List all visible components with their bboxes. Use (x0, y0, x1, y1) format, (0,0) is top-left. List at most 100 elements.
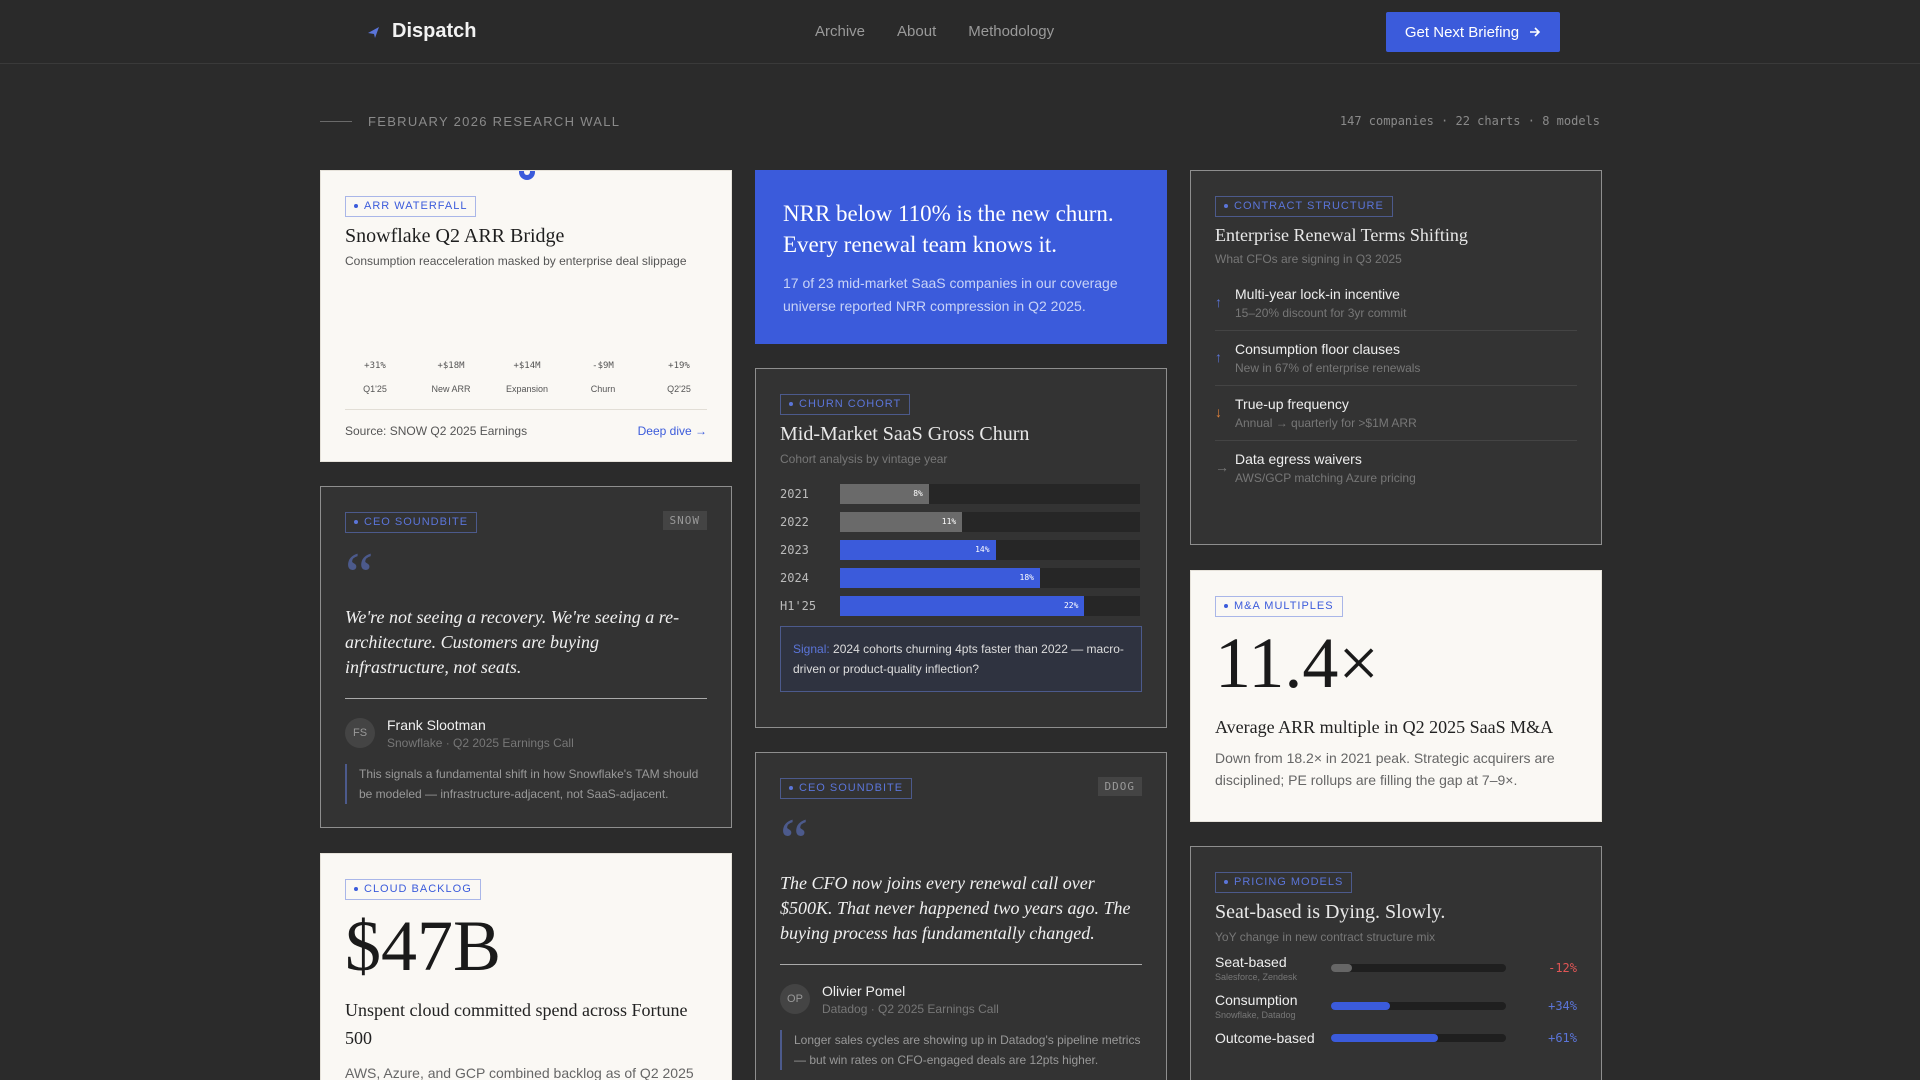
big-number-subtext: Down from 18.2× in 2021 peak. Strategic … (1215, 749, 1555, 788)
card-subtitle: YoY change in new contract structure mix (1215, 929, 1436, 944)
nav-archive[interactable]: Archive (815, 23, 865, 40)
main-nav: Archive About Methodology (815, 23, 1054, 40)
waterfall-chart: +31% Q1'25 +$18M New ARR +$14M Expansion -$9M C… (345, 361, 709, 394)
headline-body: 17 of 23 mid-market SaaS companies in ou… (783, 275, 1118, 314)
nav-about[interactable]: About (897, 23, 936, 40)
big-number-caption: Average ARR multiple in Q2 2025 SaaS M&A (1215, 716, 1554, 737)
avatar: FS (345, 718, 375, 748)
category-label: Q1'25 (363, 384, 387, 394)
card-tag: CONTRACT STRUCTURE (1215, 195, 1393, 217)
speaker-role: Snowflake · Q2 2025 Earnings Call (387, 735, 574, 750)
bar-value-label: 18% (1019, 572, 1034, 582)
card-tag: M&A MULTIPLES (1215, 595, 1343, 617)
ticker-badge: SNOW (662, 511, 707, 530)
churn-row: H1'25 22% (780, 595, 1142, 616)
quote-icon: “ (780, 804, 809, 876)
churn-bar: 14% (840, 539, 996, 560)
pricing-models-card[interactable]: PRICING MODELS Seat-based is Dying. Slow… (1190, 846, 1602, 1080)
avatar: OP (780, 984, 810, 1014)
term-subtitle: AWS/GCP matching Azure pricing (1235, 470, 1416, 485)
bar-value-label: 8% (913, 488, 923, 498)
category-label: Q2'25 (667, 384, 691, 394)
pricing-row: Consumption Snowflake, Datadog +34% (1215, 992, 1577, 1020)
waterfall-column: +$18M New ARR (421, 361, 481, 394)
speaker-name: Frank Slootman (387, 716, 486, 733)
nrr-headline-card[interactable]: NRR below 110% is the new churn. Every r… (755, 170, 1167, 344)
arrow-down-icon: ↓ (1215, 403, 1222, 420)
model-name: Consumption (1215, 991, 1298, 1008)
data-label: +$14M (513, 361, 541, 371)
churn-bar: 18% (840, 567, 1040, 588)
wall-title: FEBRUARY 2026 RESEARCH WALL (368, 114, 621, 129)
churn-cohort-card[interactable]: CHURN COHORT Mid-Market SaaS Gross Churn… (755, 368, 1167, 728)
bar-track (1330, 1001, 1507, 1010)
big-number-caption: Unspent cloud committed spend across For… (345, 999, 688, 1048)
churn-bar-chart: 2021 8% 2022 11% 2023 14% 2024 18% H1'25 22% (780, 483, 1142, 616)
card-subtitle: Cohort analysis by vintage year (780, 451, 948, 466)
term-item: ↓ True-up frequency Annual → quarterly for… (1215, 386, 1577, 441)
quote-icon: “ (345, 538, 374, 610)
ma-multiples-card[interactable]: M&A MULTIPLES 11.4× Average ARR multiple… (1190, 570, 1602, 822)
data-label: -$9M (592, 361, 614, 371)
term-title: Data egress waivers (1235, 450, 1362, 467)
speaker-role: Datadog · Q2 2025 Earnings Call (822, 1001, 999, 1016)
cloud-backlog-card[interactable]: CLOUD BACKLOG $47B Unspent cloud committ… (320, 853, 732, 1080)
model-examples: Snowflake, Datadog (1215, 1009, 1296, 1020)
pricing-row: Seat-based Salesforce, Zendesk -12% (1215, 954, 1577, 982)
waterfall-column: +$14M Expansion (497, 361, 557, 394)
send-icon (368, 26, 379, 38)
card-tag: CEO SOUNDBITE (345, 511, 478, 533)
vintage-label: 2021 (780, 486, 809, 501)
card-tag: CHURN COHORT (780, 393, 911, 415)
arrow-right-icon (1530, 27, 1541, 37)
pricing-bar (1330, 1001, 1391, 1010)
ceo-soundbite-card[interactable]: CEO SOUNDBITE DDOG “ The CFO now joins e… (755, 752, 1167, 1080)
term-subtitle: New in 67% of enterprise renewals (1235, 360, 1421, 375)
pricing-bar (1330, 1033, 1438, 1042)
divider (780, 963, 1142, 965)
quote-text: The CFO now joins every renewal call ove… (780, 872, 1131, 943)
bar-value-label: 11% (941, 516, 957, 526)
analyst-note: Longer sales cycles are showing up in Da… (780, 1029, 1142, 1070)
data-label: +$18M (437, 361, 465, 371)
card-tag: ARR WATERFALL (345, 195, 477, 217)
bar-track: 14% (840, 539, 1140, 560)
speaker: OP Olivier Pomel Datadog · Q2 2025 Earni… (780, 983, 1142, 1016)
bar-value-label: 14% (975, 544, 990, 554)
term-item: ↑ Consumption floor clauses New in 67% of … (1215, 331, 1577, 386)
arrow-up-icon: ↑ (1215, 293, 1222, 310)
analyst-note: This signals a fundamental shift in how … (345, 763, 707, 804)
contract-structure-card[interactable]: CONTRACT STRUCTURE Enterprise Renewal Te… (1190, 170, 1602, 545)
brand[interactable]: Dispatch (366, 20, 476, 43)
bar-value-label: 22% (1063, 600, 1079, 610)
arr-waterfall-card[interactable]: ARR WATERFALL Snowflake Q2 ARR Bridge Co… (320, 170, 732, 462)
big-number: $47B (345, 905, 502, 986)
card-subtitle: Consumption reacceleration masked by ent… (345, 253, 687, 268)
divider (320, 121, 352, 122)
deep-dive-link[interactable]: Deep dive → (638, 424, 707, 438)
brand-name: Dispatch (392, 20, 477, 42)
churn-row: 2024 18% (780, 567, 1142, 588)
bar-track: 18% (840, 567, 1140, 588)
category-label: Churn (590, 384, 616, 394)
term-item: ↑ Multi-year lock-in incentive 15–20% disc… (1215, 276, 1577, 331)
data-label: +19% (668, 361, 690, 371)
signal-text: 2024 cohorts churning 4pts faster than 2… (793, 641, 1124, 676)
speaker-name: Olivier Pomel (822, 982, 906, 999)
get-next-briefing-button[interactable]: Get Next Briefing (1386, 12, 1560, 52)
nav-methodology[interactable]: Methodology (968, 23, 1054, 40)
model-name: Outcome-based (1215, 1029, 1315, 1046)
term-subtitle: 15–20% discount for 3yr commit (1235, 305, 1407, 320)
churn-row: 2023 14% (780, 539, 1142, 560)
card-title: Snowflake Q2 ARR Bridge (345, 224, 565, 247)
source-text: Source: SNOW Q2 2025 Earnings (345, 424, 528, 438)
pricing-label: Seat-based Salesforce, Zendesk (1215, 954, 1331, 982)
change-value: +61% (1548, 1030, 1577, 1045)
card-title: Enterprise Renewal Terms Shifting (1215, 224, 1468, 245)
churn-row: 2021 8% (780, 483, 1142, 504)
model-examples: Salesforce, Zendesk (1215, 971, 1298, 982)
data-label: +31% (364, 361, 386, 371)
waterfall-column: +31% Q1'25 (345, 361, 405, 394)
quote-text: We're not seeing a recovery. We're seein… (345, 606, 680, 677)
ceo-soundbite-card[interactable]: CEO SOUNDBITE SNOW “ We're not seeing a … (320, 486, 732, 828)
